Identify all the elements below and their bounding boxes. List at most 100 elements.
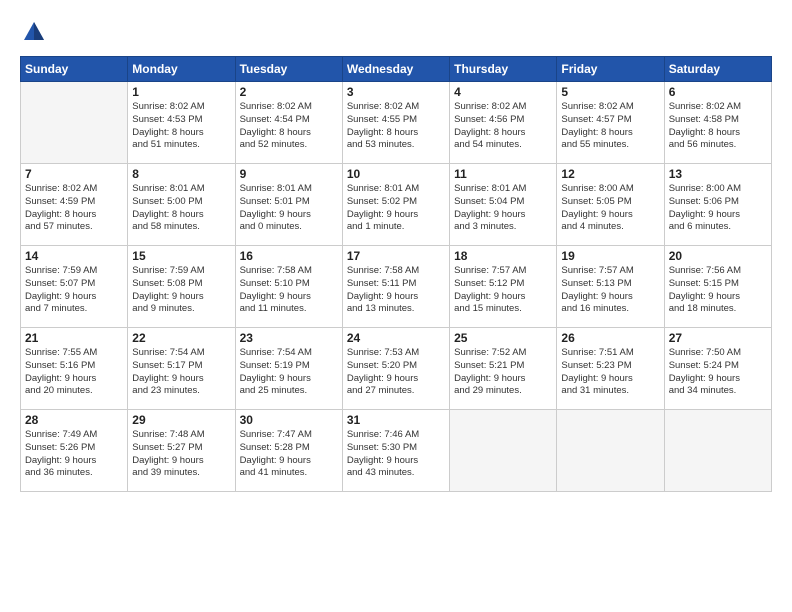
calendar-cell: 24 Sunrise: 7:53 AM Sunset: 5:20 PM Dayli… bbox=[342, 328, 449, 410]
day-number: 7 bbox=[25, 167, 123, 181]
day-info: Sunrise: 7:53 AM Sunset: 5:20 PM Dayligh… bbox=[347, 347, 445, 398]
day-number: 4 bbox=[454, 85, 552, 99]
day-info: Sunrise: 8:02 AM Sunset: 4:55 PM Dayligh… bbox=[347, 101, 445, 152]
day-info: Sunrise: 7:46 AM Sunset: 5:30 PM Dayligh… bbox=[347, 429, 445, 480]
calendar-cell: 11Sunrise: 8:01 AM Sunset: 5:04 PM Dayli… bbox=[450, 164, 557, 246]
calendar-cell: 3 Sunrise: 8:02 AM Sunset: 4:55 PM Daylig… bbox=[342, 82, 449, 164]
day-info: Sunrise: 8:00 AM Sunset: 5:05 PM Dayligh… bbox=[561, 183, 659, 234]
calendar-cell bbox=[664, 410, 771, 492]
calendar-cell: 26Sunrise: 7:51 AM Sunset: 5:23 PM Dayli… bbox=[557, 328, 664, 410]
page: SundayMondayTuesdayWednesdayThursdayFrid… bbox=[0, 0, 792, 612]
weekday-header-monday: Monday bbox=[128, 57, 235, 82]
day-number: 9 bbox=[240, 167, 338, 181]
logo-icon bbox=[20, 18, 48, 46]
day-info: Sunrise: 8:02 AM Sunset: 4:56 PM Dayligh… bbox=[454, 101, 552, 152]
calendar-cell: 8 Sunrise: 8:01 AM Sunset: 5:00 PM Daylig… bbox=[128, 164, 235, 246]
day-number: 20 bbox=[669, 249, 767, 263]
week-row-2: 14Sunrise: 7:59 AM Sunset: 5:07 PM Dayli… bbox=[21, 246, 772, 328]
week-row-3: 21 Sunrise: 7:55 AM Sunset: 5:16 PM Dayli… bbox=[21, 328, 772, 410]
day-info: Sunrise: 7:58 AM Sunset: 5:10 PM Dayligh… bbox=[240, 265, 338, 316]
day-info: Sunrise: 7:54 AM Sunset: 5:19 PM Dayligh… bbox=[240, 347, 338, 398]
calendar-cell: 7 Sunrise: 8:02 AM Sunset: 4:59 PM Daylig… bbox=[21, 164, 128, 246]
calendar-cell: 31 Sunrise: 7:46 AM Sunset: 5:30 PM Dayli… bbox=[342, 410, 449, 492]
day-info: Sunrise: 7:55 AM Sunset: 5:16 PM Dayligh… bbox=[25, 347, 123, 398]
calendar-cell: 21 Sunrise: 7:55 AM Sunset: 5:16 PM Dayli… bbox=[21, 328, 128, 410]
day-number: 12 bbox=[561, 167, 659, 181]
day-info: Sunrise: 8:01 AM Sunset: 5:00 PM Dayligh… bbox=[132, 183, 230, 234]
day-number: 23 bbox=[240, 331, 338, 345]
calendar-cell: 22 Sunrise: 7:54 AM Sunset: 5:17 PM Dayli… bbox=[128, 328, 235, 410]
calendar-cell: 19 Sunrise: 7:57 AM Sunset: 5:13 PM Dayli… bbox=[557, 246, 664, 328]
day-number: 1 bbox=[132, 85, 230, 99]
weekday-header-sunday: Sunday bbox=[21, 57, 128, 82]
day-number: 29 bbox=[132, 413, 230, 427]
day-info: Sunrise: 8:02 AM Sunset: 4:57 PM Dayligh… bbox=[561, 101, 659, 152]
day-number: 31 bbox=[347, 413, 445, 427]
header bbox=[20, 18, 772, 46]
calendar-cell: 28 Sunrise: 7:49 AM Sunset: 5:26 PM Dayli… bbox=[21, 410, 128, 492]
calendar-cell: 18Sunrise: 7:57 AM Sunset: 5:12 PM Dayli… bbox=[450, 246, 557, 328]
day-number: 13 bbox=[669, 167, 767, 181]
day-number: 10 bbox=[347, 167, 445, 181]
weekday-header-row: SundayMondayTuesdayWednesdayThursdayFrid… bbox=[21, 57, 772, 82]
day-info: Sunrise: 7:51 AM Sunset: 5:23 PM Dayligh… bbox=[561, 347, 659, 398]
day-number: 18 bbox=[454, 249, 552, 263]
day-number: 27 bbox=[669, 331, 767, 345]
day-info: Sunrise: 8:01 AM Sunset: 5:01 PM Dayligh… bbox=[240, 183, 338, 234]
week-row-0: 1 Sunrise: 8:02 AM Sunset: 4:53 PM Daylig… bbox=[21, 82, 772, 164]
calendar-cell: 23 Sunrise: 7:54 AM Sunset: 5:19 PM Dayli… bbox=[235, 328, 342, 410]
day-info: Sunrise: 8:00 AM Sunset: 5:06 PM Dayligh… bbox=[669, 183, 767, 234]
week-row-4: 28 Sunrise: 7:49 AM Sunset: 5:26 PM Dayli… bbox=[21, 410, 772, 492]
day-number: 5 bbox=[561, 85, 659, 99]
calendar-cell: 16Sunrise: 7:58 AM Sunset: 5:10 PM Dayli… bbox=[235, 246, 342, 328]
calendar-cell bbox=[557, 410, 664, 492]
day-number: 15 bbox=[132, 249, 230, 263]
day-info: Sunrise: 8:02 AM Sunset: 4:59 PM Dayligh… bbox=[25, 183, 123, 234]
calendar-cell: 13 Sunrise: 8:00 AM Sunset: 5:06 PM Dayli… bbox=[664, 164, 771, 246]
day-number: 30 bbox=[240, 413, 338, 427]
day-info: Sunrise: 7:48 AM Sunset: 5:27 PM Dayligh… bbox=[132, 429, 230, 480]
day-number: 8 bbox=[132, 167, 230, 181]
calendar-cell: 27 Sunrise: 7:50 AM Sunset: 5:24 PM Dayli… bbox=[664, 328, 771, 410]
calendar-cell: 10 Sunrise: 8:01 AM Sunset: 5:02 PM Dayli… bbox=[342, 164, 449, 246]
day-number: 19 bbox=[561, 249, 659, 263]
day-info: Sunrise: 7:57 AM Sunset: 5:13 PM Dayligh… bbox=[561, 265, 659, 316]
day-number: 3 bbox=[347, 85, 445, 99]
day-info: Sunrise: 7:59 AM Sunset: 5:07 PM Dayligh… bbox=[25, 265, 123, 316]
day-info: Sunrise: 7:58 AM Sunset: 5:11 PM Dayligh… bbox=[347, 265, 445, 316]
week-row-1: 7 Sunrise: 8:02 AM Sunset: 4:59 PM Daylig… bbox=[21, 164, 772, 246]
calendar-cell: 17Sunrise: 7:58 AM Sunset: 5:11 PM Dayli… bbox=[342, 246, 449, 328]
calendar-table: SundayMondayTuesdayWednesdayThursdayFrid… bbox=[20, 56, 772, 492]
calendar-cell: 1 Sunrise: 8:02 AM Sunset: 4:53 PM Daylig… bbox=[128, 82, 235, 164]
weekday-header-thursday: Thursday bbox=[450, 57, 557, 82]
weekday-header-tuesday: Tuesday bbox=[235, 57, 342, 82]
day-number: 24 bbox=[347, 331, 445, 345]
calendar-cell: 12 Sunrise: 8:00 AM Sunset: 5:05 PM Dayli… bbox=[557, 164, 664, 246]
calendar-cell bbox=[21, 82, 128, 164]
day-info: Sunrise: 7:50 AM Sunset: 5:24 PM Dayligh… bbox=[669, 347, 767, 398]
day-info: Sunrise: 7:52 AM Sunset: 5:21 PM Dayligh… bbox=[454, 347, 552, 398]
calendar-cell: 14Sunrise: 7:59 AM Sunset: 5:07 PM Dayli… bbox=[21, 246, 128, 328]
calendar-cell: 30 Sunrise: 7:47 AM Sunset: 5:28 PM Dayli… bbox=[235, 410, 342, 492]
day-info: Sunrise: 8:01 AM Sunset: 5:02 PM Dayligh… bbox=[347, 183, 445, 234]
day-info: Sunrise: 8:02 AM Sunset: 4:53 PM Dayligh… bbox=[132, 101, 230, 152]
day-info: Sunrise: 7:56 AM Sunset: 5:15 PM Dayligh… bbox=[669, 265, 767, 316]
calendar-cell bbox=[450, 410, 557, 492]
calendar-cell: 2Sunrise: 8:02 AM Sunset: 4:54 PM Daylig… bbox=[235, 82, 342, 164]
logo bbox=[20, 18, 52, 46]
day-number: 6 bbox=[669, 85, 767, 99]
weekday-header-saturday: Saturday bbox=[664, 57, 771, 82]
weekday-header-friday: Friday bbox=[557, 57, 664, 82]
day-number: 11 bbox=[454, 167, 552, 181]
calendar-cell: 15Sunrise: 7:59 AM Sunset: 5:08 PM Dayli… bbox=[128, 246, 235, 328]
day-info: Sunrise: 7:47 AM Sunset: 5:28 PM Dayligh… bbox=[240, 429, 338, 480]
day-info: Sunrise: 7:49 AM Sunset: 5:26 PM Dayligh… bbox=[25, 429, 123, 480]
day-number: 22 bbox=[132, 331, 230, 345]
calendar-cell: 5 Sunrise: 8:02 AM Sunset: 4:57 PM Daylig… bbox=[557, 82, 664, 164]
day-info: Sunrise: 7:54 AM Sunset: 5:17 PM Dayligh… bbox=[132, 347, 230, 398]
day-number: 21 bbox=[25, 331, 123, 345]
day-number: 2 bbox=[240, 85, 338, 99]
weekday-header-wednesday: Wednesday bbox=[342, 57, 449, 82]
calendar-cell: 9 Sunrise: 8:01 AM Sunset: 5:01 PM Daylig… bbox=[235, 164, 342, 246]
day-number: 28 bbox=[25, 413, 123, 427]
